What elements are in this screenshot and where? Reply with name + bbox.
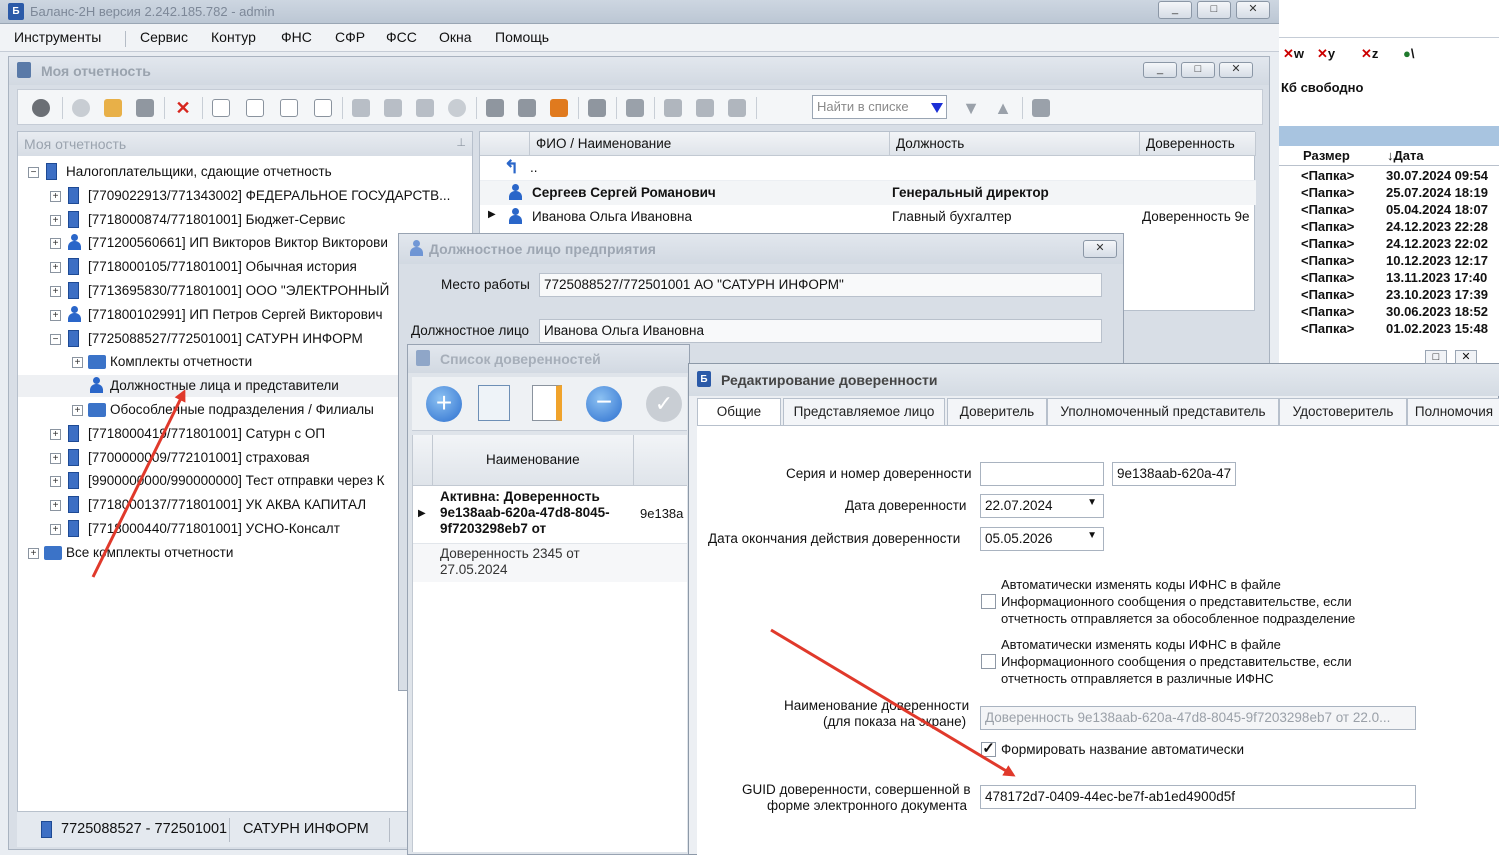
annotation-arrow-guid	[770, 628, 1016, 777]
annotation-overlay	[91, 389, 1016, 777]
annotation-arrow-officials	[91, 389, 186, 578]
